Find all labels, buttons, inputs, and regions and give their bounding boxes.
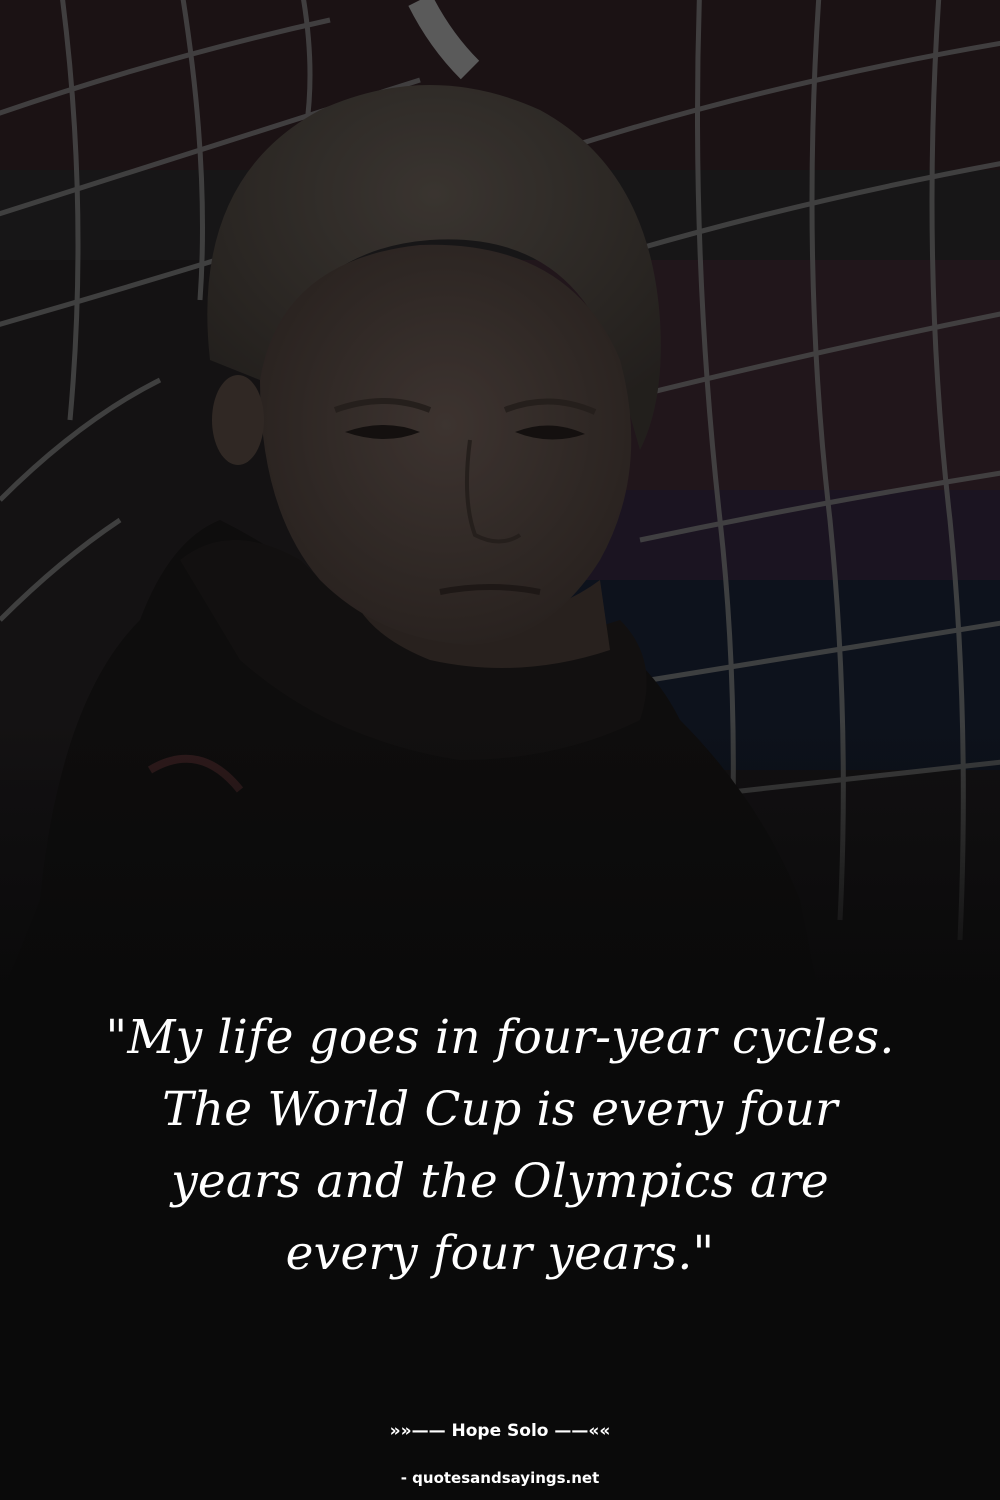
bottom-fade xyxy=(0,0,1000,1000)
quote-poster: "My life goes in four-year cycles. The W… xyxy=(0,0,1000,1500)
quote-text: "My life goes in four-year cycles. The W… xyxy=(105,1010,895,1281)
background-photo xyxy=(0,0,1000,1000)
author-line: »»—— Hope Solo ——«« xyxy=(389,1421,611,1441)
goalkeeper-photo-illustration xyxy=(0,0,1000,1000)
source-credit: - quotesandsayings.net xyxy=(400,1469,600,1487)
